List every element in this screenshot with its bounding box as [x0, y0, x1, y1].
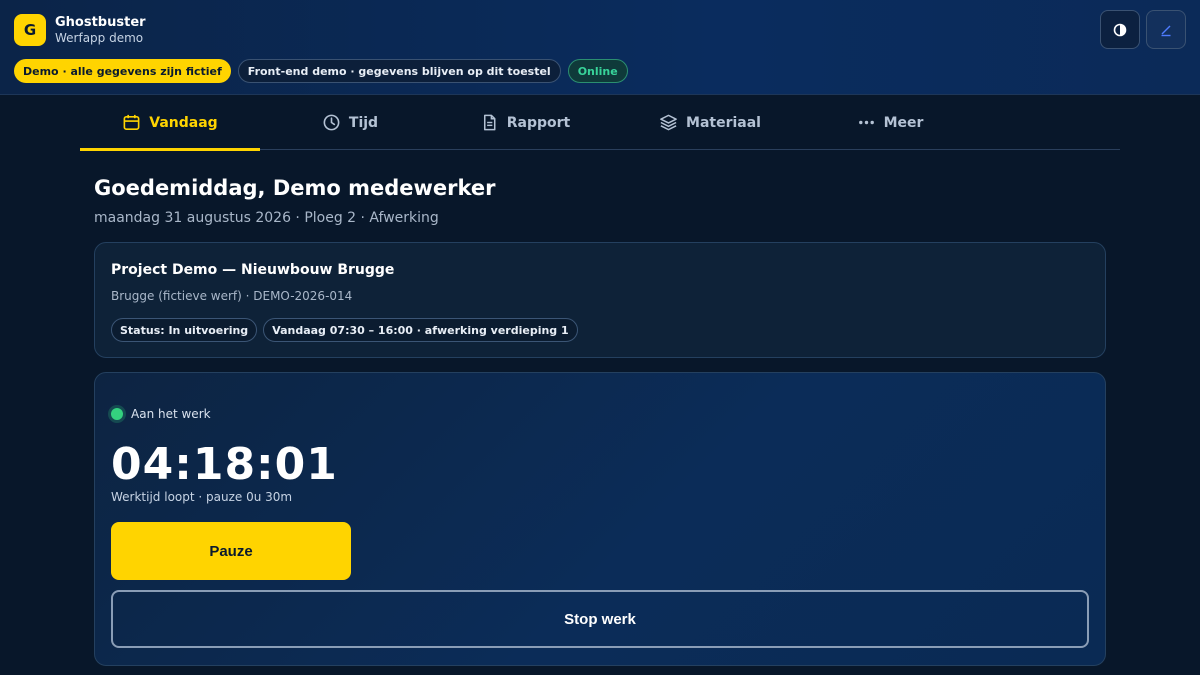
project-card: Project Demo — Nieuwbouw Brugge Brugge (… [94, 242, 1106, 358]
tab-label: Vandaag [149, 114, 218, 131]
edit-icon [1161, 25, 1171, 36]
stop-work-button[interactable]: Stop werk [111, 590, 1089, 648]
tab-vandaag[interactable]: Vandaag [80, 95, 260, 151]
theme-toggle-button[interactable] [1100, 10, 1140, 49]
project-meta: Brugge (fictieve werf) · DEMO-2026-014 [111, 289, 353, 303]
main-nav: Vandaag Tijd Rapport Materiaal Meer [80, 95, 1120, 151]
schedule-badge: Vandaag 07:30 – 16:00 · afwerking verdie… [263, 318, 578, 342]
status-badge: Status: In uitvoering [111, 318, 258, 342]
status-pills: Demo · alle gegevens zijn fictief Front-… [14, 59, 628, 83]
tab-rapport[interactable]: Rapport [435, 95, 615, 150]
working-status-dot [111, 408, 123, 420]
document-icon [483, 114, 496, 131]
contrast-icon [1113, 23, 1127, 36]
calendar-icon [123, 114, 140, 130]
app-header: G Ghostbuster Werfapp demo Demo · alle g… [0, 0, 1200, 95]
project-title: Project Demo — Nieuwbouw Brugge [111, 262, 395, 278]
pause-button[interactable]: Pauze [111, 522, 351, 580]
tab-meer[interactable]: Meer [800, 95, 980, 150]
tab-label: Materiaal [686, 114, 761, 131]
timer-card: Aan het werk 04:18:01 Werktijd loopt · p… [94, 372, 1106, 666]
timer-note: Werktijd loopt · pauze 0u 30m [111, 490, 293, 504]
edit-button[interactable] [1146, 10, 1186, 49]
demo-badge: Demo · alle gegevens zijn fictief [14, 59, 231, 83]
working-status-label: Aan het werk [131, 407, 211, 421]
tab-tijd[interactable]: Tijd [260, 95, 440, 150]
tab-label: Meer [883, 114, 924, 131]
app-title: Ghostbuster [55, 15, 146, 30]
layers-icon [660, 114, 677, 131]
project-tags: Status: In uitvoering Vandaag 07:30 – 16… [111, 318, 578, 342]
tab-label: Rapport [506, 114, 571, 131]
app-subtitle: Werfapp demo [55, 31, 144, 45]
elapsed-timer: 04:18:01 [111, 439, 338, 490]
local-data-badge: Front-end demo · gegevens blijven op dit… [237, 59, 561, 83]
tab-materiaal[interactable]: Materiaal [620, 95, 800, 150]
date-line: maandag 31 augustus 2026 · Ploeg 2 · Afw… [94, 210, 439, 226]
app-logo: G [14, 14, 46, 46]
page-title: Goedemiddag, Demo medewerker [94, 176, 496, 200]
clock-icon [323, 114, 340, 131]
more-icon [858, 120, 874, 125]
online-badge: Online [567, 59, 628, 83]
tab-label: Tijd [348, 114, 379, 131]
